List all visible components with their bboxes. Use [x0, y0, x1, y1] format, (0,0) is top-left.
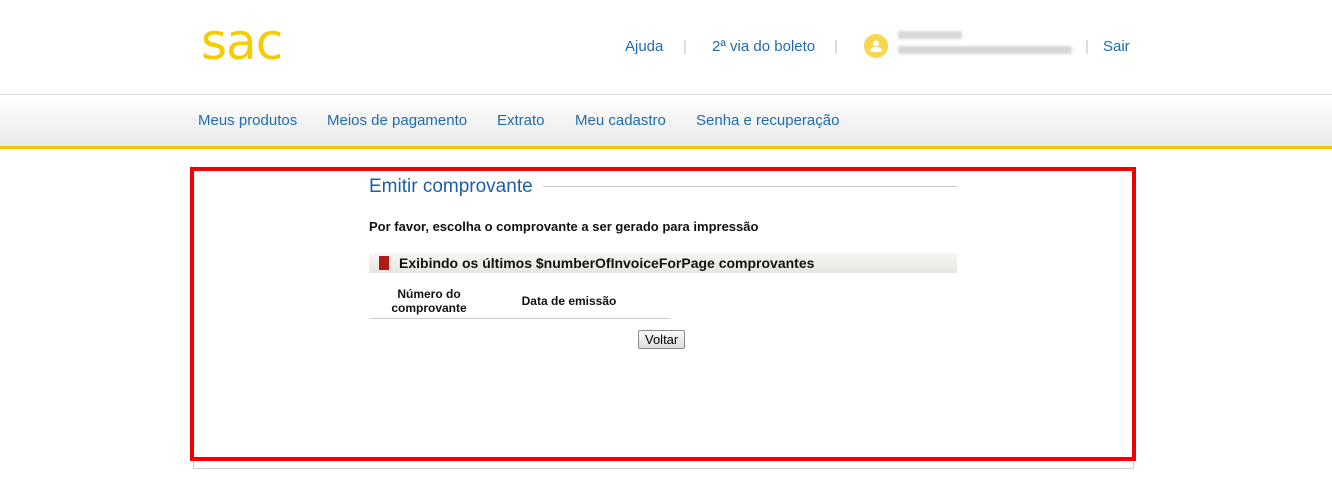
separator: |	[1085, 38, 1089, 55]
separator: |	[834, 38, 838, 55]
redacted-user-email	[898, 46, 1072, 54]
nav-item-extrato[interactable]: Extrato	[497, 112, 545, 129]
nav-item-meu-cadastro[interactable]: Meu cadastro	[575, 112, 666, 129]
nav-item-meios-de-pagamento[interactable]: Meios de pagamento	[327, 112, 467, 129]
help-link[interactable]: Ajuda	[625, 38, 663, 55]
sac-logo[interactable]: sac	[201, 14, 283, 70]
redacted-user-name	[898, 31, 962, 39]
separator: |	[683, 38, 687, 55]
user-avatar-icon[interactable]	[864, 34, 888, 58]
nav-item-meus-produtos[interactable]: Meus produtos	[198, 112, 297, 129]
main-nav: Meus produtos Meios de pagamento Extrato…	[0, 94, 1332, 149]
logout-link[interactable]: Sair	[1103, 38, 1130, 55]
user-silhouette-icon	[870, 40, 882, 52]
highlight-frame	[190, 167, 1136, 461]
nav-item-senha-recuperacao[interactable]: Senha e recuperação	[696, 112, 839, 129]
top-header: sac Ajuda | 2ª via do boleto | | Sair	[0, 0, 1332, 94]
boleto-link[interactable]: 2ª via do boleto	[712, 38, 815, 55]
